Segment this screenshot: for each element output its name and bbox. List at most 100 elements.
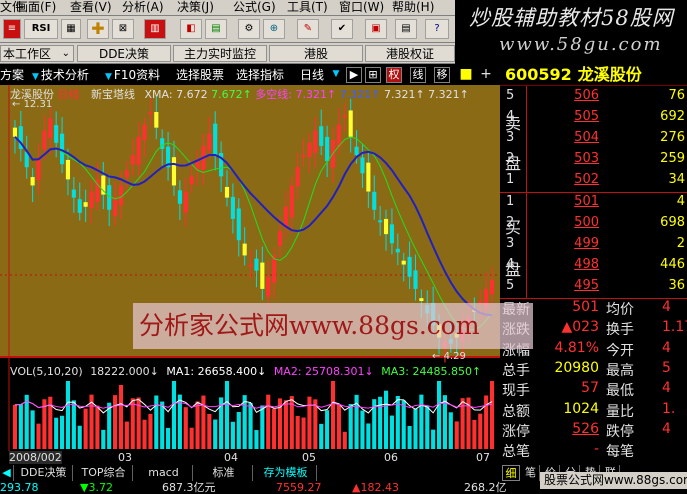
menu-item-view[interactable]: 查看(V) xyxy=(70,0,112,15)
menu-item-analysis[interactable]: 分析(A) xyxy=(122,0,164,15)
volume-bar xyxy=(295,415,300,449)
bottom-tab-standard[interactable]: 标准 xyxy=(195,465,253,481)
func-f10[interactable]: ▼ F10资料 xyxy=(105,66,160,84)
cells-icon[interactable]: ▤ xyxy=(205,19,227,39)
candle-body xyxy=(148,112,153,115)
candle-icon[interactable]: ◧ xyxy=(180,19,202,39)
chevron-down-icon[interactable]: ⌄ xyxy=(62,46,70,62)
candle-body xyxy=(277,231,283,246)
sell-row[interactable]: 4 505 692 xyxy=(500,109,687,130)
line-button[interactable]: 线 xyxy=(410,67,426,83)
status-index2-value: 7559.27 xyxy=(276,481,322,494)
right-tab-trades[interactable]: 笔 xyxy=(522,465,540,481)
status-index2-amount: 268.2亿 xyxy=(464,481,507,494)
menu-item-formula[interactable]: 公式(G) xyxy=(233,0,276,15)
move-button[interactable]: 移 xyxy=(434,67,450,83)
bottom-tab-dde[interactable]: DDE决策 xyxy=(15,465,73,481)
menu-item-window[interactable]: 窗口(W) xyxy=(339,0,384,15)
stock-name: 龙溪股份 xyxy=(577,65,642,84)
rights-button[interactable]: 权 xyxy=(386,67,402,83)
sell-price: 502 xyxy=(574,172,599,187)
price-chart-panel[interactable]: 龙溪股份 日线 新宝塔线 XMA: 7.672 7.672↑ 多空线: 7.32… xyxy=(0,85,500,465)
toolbar-button-rsi[interactable]: RSI xyxy=(24,19,58,39)
buy-row[interactable]: 3 499 2 xyxy=(500,236,687,257)
volume-bar xyxy=(272,408,277,449)
period-dropdown-icon[interactable]: ▼ xyxy=(328,67,344,83)
volume-bar xyxy=(330,381,336,449)
square-icon[interactable]: ■ xyxy=(458,67,474,83)
vol-value: 18222.000↓ xyxy=(90,365,159,378)
scroll-left-icon[interactable]: ◀ xyxy=(0,465,14,481)
buy-row[interactable]: 1 501 4 xyxy=(500,194,687,215)
chart-xma-label: XMA: xyxy=(144,88,173,101)
menu-item-view-screen[interactable]: 画面(F) xyxy=(16,0,56,15)
function-bar: 方案 ▼ 技术分析 ▼ F10资料 选择股票 选择指标 日线 ▼ ▶ ⊞ 权 线 移… xyxy=(0,65,687,86)
func-scheme-label: 方案 xyxy=(0,68,25,82)
volume-bar xyxy=(77,425,82,449)
bottom-tab-macd[interactable]: macd xyxy=(135,465,193,481)
chart-xma-value-2: 7.672↑ xyxy=(211,88,252,101)
help-icon[interactable]: ? xyxy=(425,19,449,39)
func-select-indicator[interactable]: 选择指标 xyxy=(236,66,284,84)
chart-xma-value-3: 7.321↑ xyxy=(295,88,337,101)
candle-body xyxy=(30,177,35,186)
buy-row[interactable]: 2 500 698 xyxy=(500,215,687,236)
calendar-icon[interactable]: ▣ xyxy=(365,19,387,39)
quote-label: 总额 xyxy=(502,403,530,420)
quote-row: 涨停 526 跌停 4 xyxy=(500,421,687,441)
grid-icon[interactable]: ▦ xyxy=(61,19,81,39)
tab-main-monitor[interactable]: 主力实时监控 xyxy=(173,45,267,62)
volume-bar xyxy=(230,421,235,449)
volume-bar xyxy=(207,414,212,449)
sell-row[interactable]: 5 506 76 xyxy=(500,88,687,109)
gear-icon[interactable]: ⚙ xyxy=(238,19,260,39)
volume-bar xyxy=(195,401,200,449)
book-icon[interactable]: ▤ xyxy=(395,19,417,39)
toolbar-button-rsi-icon[interactable]: ≡ xyxy=(3,19,21,39)
tab-dde[interactable]: DDE决策 xyxy=(77,45,171,62)
compass-icon[interactable]: ⊕ xyxy=(263,19,285,39)
sell-row[interactable]: 3 504 276 xyxy=(500,130,687,151)
menu-item-tools[interactable]: 工具(T) xyxy=(287,0,328,15)
sell-level: 3 xyxy=(506,130,515,145)
cross-icon[interactable]: ✚ xyxy=(87,19,109,39)
buy-row[interactable]: 4 498 446 xyxy=(500,257,687,278)
vol-ma3: MA3: 24485.850↑ xyxy=(381,365,482,378)
menu-item-decision[interactable]: 决策(J) xyxy=(177,0,214,15)
play-icon[interactable]: ▶ xyxy=(346,67,362,83)
chart-indicator: 新宝塔线 xyxy=(91,88,135,101)
func-daily[interactable]: 日线 xyxy=(300,66,324,84)
candle-body xyxy=(354,146,359,156)
menu-item-help[interactable]: 帮助(H) xyxy=(392,0,434,15)
sell-row[interactable]: 2 503 259 xyxy=(500,151,687,172)
pointer-icon[interactable]: ✔ xyxy=(331,19,353,39)
chart-icon[interactable]: ✎ xyxy=(297,19,319,39)
plus-icon[interactable]: + xyxy=(478,67,494,83)
volume-bar xyxy=(389,415,394,449)
sell-row[interactable]: 1 502 34 xyxy=(500,172,687,193)
func-select-stock[interactable]: 选择股票 xyxy=(176,66,224,84)
volume-bar xyxy=(113,395,118,449)
tab-hk-warrants[interactable]: 港股权证 xyxy=(365,45,455,62)
bottom-tab-save-template[interactable]: 存为模板 xyxy=(255,465,317,481)
bar-chart-icon[interactable]: ▥ xyxy=(144,19,166,39)
grid-toggle-icon[interactable]: ⊞ xyxy=(365,67,381,83)
bottom-tab-top[interactable]: TOP综合 xyxy=(75,465,133,481)
buy-row[interactable]: 5 495 36 xyxy=(500,278,687,299)
volume-bar xyxy=(360,410,365,449)
quote-value: 501 xyxy=(572,299,599,315)
zoom-icon[interactable]: ⊠ xyxy=(112,19,134,39)
tab-workspace[interactable]: 本工作区 ⌄ xyxy=(0,45,74,62)
func-tech-analysis[interactable]: ▼ 技术分析 xyxy=(32,66,89,84)
buy-price: 500 xyxy=(574,215,599,230)
func-scheme[interactable]: 方案 xyxy=(0,66,24,84)
right-tab-detail[interactable]: 细 xyxy=(502,465,520,481)
volume-bar xyxy=(325,410,330,449)
candlestick-chart[interactable] xyxy=(0,85,500,465)
volume-bar xyxy=(142,419,147,449)
workspace-tab-bar: 本工作区 ⌄ DDE决策 主力实时监控 港股 港股权证 xyxy=(0,43,455,64)
tab-hk-stocks[interactable]: 港股 xyxy=(269,45,363,62)
volume-bar xyxy=(307,396,312,449)
candle-body xyxy=(136,136,141,165)
vol-ma2: MA2: 25708.301↓ xyxy=(273,365,374,378)
